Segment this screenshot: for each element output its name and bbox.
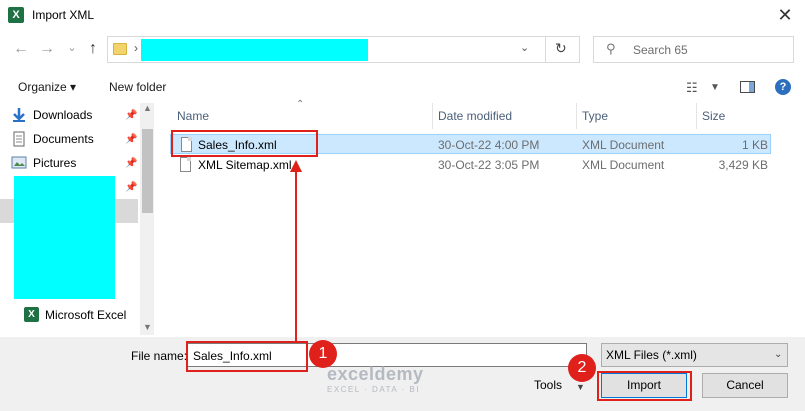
annotation-arrow	[290, 160, 302, 341]
step-2-badge: 2	[568, 354, 596, 382]
step-1-badge: 1	[309, 340, 337, 368]
